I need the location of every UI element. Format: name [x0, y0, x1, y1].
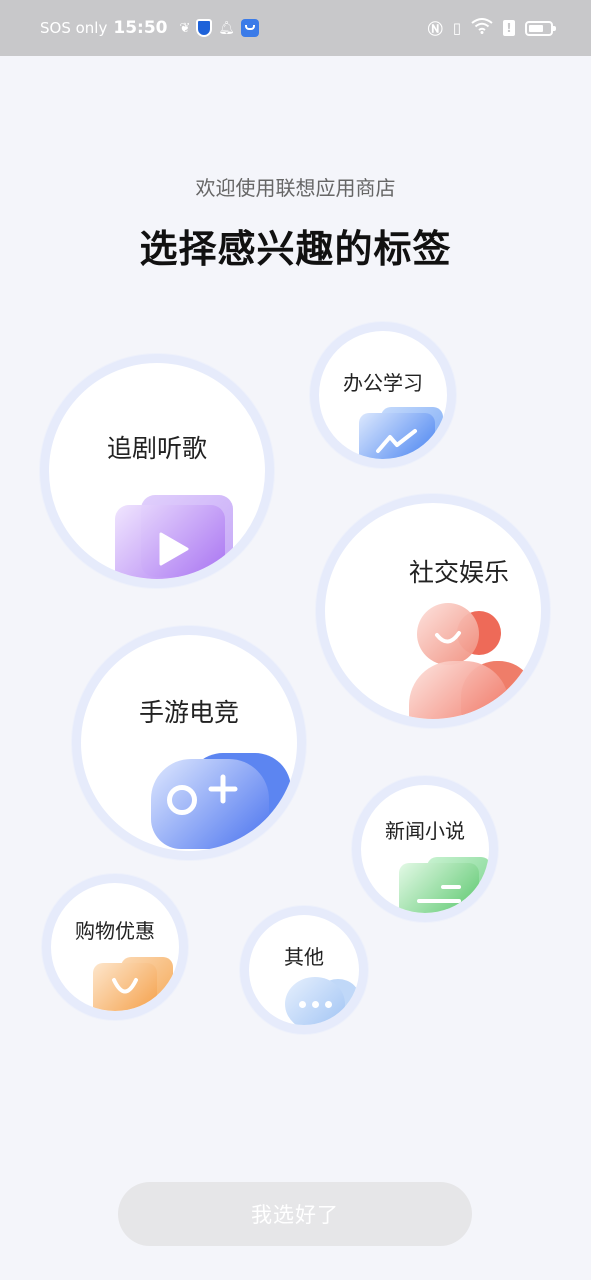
tag-other[interactable]: 其他 [240, 906, 368, 1034]
assistant-icon: ❦ [179, 20, 191, 36]
tag-label: 手游电竞 [138, 698, 239, 727]
gamepad-icon [147, 745, 297, 851]
app-notification-icon [240, 19, 259, 37]
tag-label: 办公学习 [343, 371, 423, 395]
chart-trend-icon [355, 403, 447, 459]
video-play-icon [111, 491, 261, 579]
nfc-icon: Ⓝ [427, 19, 443, 38]
tag-label: 购物优惠 [75, 919, 155, 943]
battery-icon [525, 20, 556, 36]
confirm-selection-button[interactable]: 我选好了 [118, 1182, 472, 1246]
page-title: 选择感兴趣的标签 [139, 227, 452, 271]
tag-mobile-gaming[interactable]: 手游电竞 [72, 626, 306, 860]
welcome-subtitle: 欢迎使用联想应用商店 [195, 176, 396, 200]
bell-icon: 🔔︎ [218, 20, 235, 36]
tag-video-music[interactable]: 追剧听歌 [40, 354, 274, 588]
tag-label: 新闻小说 [385, 819, 465, 843]
more-dots-icon [281, 973, 359, 1025]
people-icon [409, 603, 539, 719]
status-bar: SOS only 15:50 ❦ 🔔︎ Ⓝ ▯ ! [0, 0, 591, 56]
news-icon [395, 853, 489, 913]
tag-office-study[interactable]: 办公学习 [310, 322, 456, 468]
carrier-text: SOS only [40, 19, 108, 37]
tag-shopping-deals[interactable]: 购物优惠 [42, 874, 188, 1020]
tag-news-novels[interactable]: 新闻小说 [352, 776, 498, 922]
shield-icon [196, 19, 213, 37]
tag-social-fun[interactable]: 社交娱乐 [316, 494, 550, 728]
vibrate-icon: ▯ [452, 19, 461, 37]
tag-label: 其他 [284, 945, 324, 969]
alert-icon: ! [503, 20, 515, 36]
clock-time: 15:50 [113, 18, 168, 38]
tag-label: 社交娱乐 [408, 558, 509, 587]
wifi-icon [471, 18, 493, 38]
tag-label: 追剧听歌 [106, 434, 207, 463]
shopping-bag-icon [89, 953, 179, 1011]
